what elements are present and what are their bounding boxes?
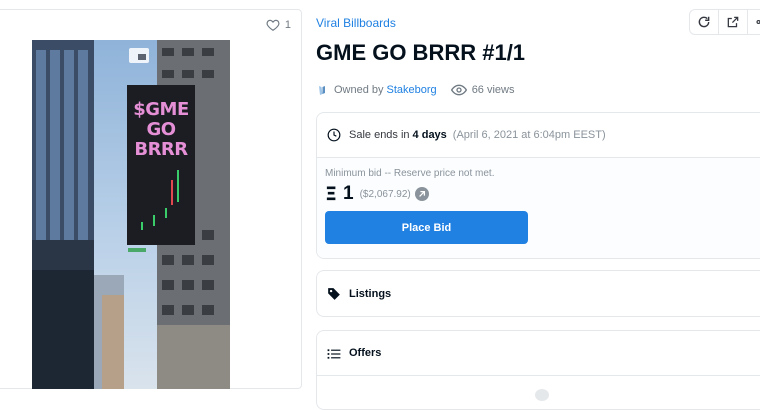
- owner-link[interactable]: Stakeborg: [387, 84, 437, 96]
- owner-row: Owned by Stakeborg 66 views: [316, 84, 514, 96]
- eth-icon: Ξ: [325, 183, 338, 205]
- price-row: Ξ 1 ($2,067.92): [325, 183, 760, 205]
- divider: [317, 375, 760, 376]
- media-card: 1 $GME GO BRRR: [0, 9, 302, 389]
- asset-toolbar: [689, 9, 760, 35]
- views-label: 66 views: [471, 84, 515, 96]
- external-link-button[interactable]: [718, 9, 748, 35]
- sale-prefix: Sale ends in: [349, 129, 410, 141]
- min-bid-label: Minimum bid -- Reserve price not met.: [325, 168, 495, 179]
- sale-date: (April 6, 2021 at 6:04pm EEST): [452, 129, 606, 141]
- tag-icon: [328, 287, 340, 300]
- price-arrow-icon[interactable]: [414, 187, 429, 201]
- external-link-icon: [727, 16, 739, 28]
- listings-label: Listings: [349, 287, 392, 300]
- owner-avatar-icon: [319, 86, 325, 95]
- favorite-button[interactable]: 1: [266, 18, 291, 32]
- nft-image[interactable]: $GME GO BRRR: [32, 40, 230, 389]
- eye-icon: [450, 84, 467, 96]
- offers-section[interactable]: Offers: [316, 330, 760, 410]
- refresh-button[interactable]: [689, 9, 719, 35]
- heart-icon: [266, 19, 280, 31]
- empty-offers-icon: [535, 389, 549, 401]
- place-bid-button[interactable]: Place Bid: [325, 211, 528, 244]
- picture-in-picture-icon[interactable]: [129, 48, 149, 63]
- bid-section: Minimum bid -- Reserve price not met. Ξ …: [317, 158, 760, 258]
- billboard-text: $GME GO BRRR: [133, 99, 189, 160]
- owned-by-label: Owned by: [334, 84, 384, 96]
- share-button[interactable]: [747, 9, 760, 35]
- views-count: 66 views: [450, 84, 515, 96]
- clock-icon: [327, 128, 341, 142]
- offers-label: Offers: [349, 347, 382, 359]
- listings-section[interactable]: Listings: [316, 270, 760, 317]
- asset-title: GME GO BRRR #1/1: [316, 40, 526, 65]
- refresh-icon: [698, 16, 710, 28]
- sale-duration: 4 days: [412, 129, 447, 141]
- times-square-scene: [32, 40, 230, 389]
- price-value: 1: [343, 183, 354, 204]
- sale-timer: Sale ends in 4 days (April 6, 2021 at 6:…: [317, 113, 760, 158]
- sale-panel: Sale ends in 4 days (April 6, 2021 at 6:…: [316, 112, 760, 259]
- collection-link[interactable]: Viral Billboards: [316, 16, 396, 30]
- share-icon: [756, 19, 760, 25]
- favorites-count: 1: [284, 19, 291, 31]
- usd-price: ($2,067.92): [359, 188, 411, 200]
- list-icon: [327, 349, 341, 359]
